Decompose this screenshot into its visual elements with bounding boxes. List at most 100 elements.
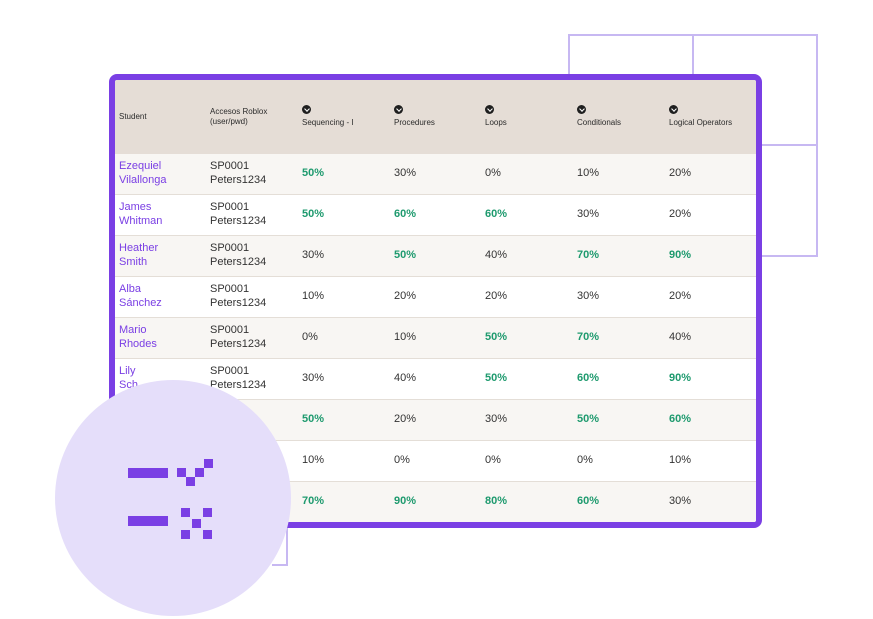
table-row: James Whitman SP0001 Peters1234 50% 60% 60% 30%… — [115, 194, 756, 236]
column-header-label: Student — [119, 111, 147, 121]
score-cell: 50% — [298, 154, 390, 195]
table-row: Mario Rhodes SP0001 Peters1234 0% 10% 50% 70% 40… — [115, 317, 756, 359]
chevron-down-icon[interactable] — [485, 105, 494, 115]
column-header-procedures[interactable]: Procedures — [390, 80, 481, 154]
student-name-cell[interactable]: Mario Rhodes — [115, 317, 206, 359]
student-first-name: James — [119, 201, 152, 214]
score-cell: 50% — [573, 399, 665, 441]
chevron-down-icon[interactable] — [394, 105, 403, 115]
score-cell: 90% — [665, 235, 756, 277]
score-cell: 10% — [298, 276, 390, 318]
score-cell: 50% — [390, 235, 481, 277]
score-cell: 10% — [298, 440, 390, 482]
student-name-cell[interactable]: Alba Sánchez — [115, 276, 206, 318]
student-first-name: Alba — [119, 283, 142, 296]
score-cell: 30% — [665, 481, 756, 522]
student-last-name: Whitman — [119, 215, 163, 227]
score-cell: 0% — [481, 440, 573, 482]
score-cell: 60% — [573, 358, 665, 400]
column-header-student: Student — [115, 80, 206, 154]
score-cell: 30% — [573, 276, 665, 318]
score-cell: 60% — [573, 481, 665, 522]
password-text: Peters1234 — [210, 297, 267, 309]
score-cell: 50% — [298, 194, 390, 236]
score-cell: 30% — [481, 399, 573, 441]
password-text: Peters1234 — [210, 338, 267, 350]
score-cell: 10% — [573, 154, 665, 195]
score-cell: 70% — [573, 317, 665, 359]
student-last-name: Sánchez — [119, 297, 162, 309]
student-first-name: Lily — [119, 365, 136, 378]
score-cell: 20% — [665, 276, 756, 318]
column-header-logical-operators[interactable]: Logical Operators — [665, 80, 756, 154]
score-cell: 40% — [390, 358, 481, 400]
password-text: Peters1234 — [210, 215, 267, 227]
score-cell: 60% — [665, 399, 756, 441]
score-cell: 40% — [481, 235, 573, 277]
student-name-cell[interactable]: Heather Smith — [115, 235, 206, 277]
username-text: SP0001 — [210, 242, 250, 255]
column-header-label: Accesos Roblox (user/pwd) — [210, 106, 268, 126]
student-first-name: Heather — [119, 242, 159, 255]
table-row: Heather Smith SP0001 Peters1234 30% 50% 40% 70%… — [115, 235, 756, 277]
student-last-name: Smith — [119, 256, 148, 268]
student-name-cell[interactable]: James Whitman — [115, 194, 206, 236]
score-cell: 50% — [298, 399, 390, 441]
score-cell: 0% — [298, 317, 390, 359]
score-cell: 0% — [481, 154, 573, 195]
credentials-cell: SP0001 Peters1234 — [206, 235, 298, 277]
column-header-label: Loops — [485, 118, 507, 128]
score-cell: 50% — [481, 317, 573, 359]
student-first-name: Ezequiel — [119, 160, 162, 173]
chevron-down-icon[interactable] — [669, 105, 678, 115]
credentials-cell: SP0001 Peters1234 — [206, 154, 298, 195]
score-cell: 20% — [665, 194, 756, 236]
score-cell: 20% — [481, 276, 573, 318]
chevron-down-icon[interactable] — [302, 105, 311, 115]
column-header-loops[interactable]: Loops — [481, 80, 573, 154]
password-text: Peters1234 — [210, 256, 267, 268]
score-cell: 60% — [481, 194, 573, 236]
score-cell: 20% — [390, 399, 481, 441]
credentials-cell: SP0001 Peters1234 — [206, 317, 298, 359]
grade-check-cross-icon — [55, 380, 291, 616]
score-cell: 90% — [390, 481, 481, 522]
score-cell: 90% — [665, 358, 756, 400]
username-text: SP0001 — [210, 201, 250, 214]
score-cell: 0% — [390, 440, 481, 482]
column-header-label: Conditionals — [577, 118, 622, 128]
score-cell: 30% — [573, 194, 665, 236]
column-header-sequencing-i[interactable]: Sequencing - I — [298, 80, 390, 154]
student-last-name: Rhodes — [119, 338, 157, 350]
student-name-cell[interactable]: Ezequiel Vilallonga — [115, 154, 206, 195]
column-header-accesos-roblox-user-pwd: Accesos Roblox (user/pwd) — [206, 80, 298, 154]
score-cell: 10% — [665, 440, 756, 482]
score-cell: 30% — [298, 235, 390, 277]
score-cell: 20% — [390, 276, 481, 318]
column-header-conditionals[interactable]: Conditionals — [573, 80, 665, 154]
table-row: Alba Sánchez SP0001 Peters1234 10% 20% 20% 30% 2… — [115, 276, 756, 318]
score-cell: 10% — [390, 317, 481, 359]
password-text: Peters1234 — [210, 174, 267, 186]
credentials-cell: SP0001 Peters1234 — [206, 194, 298, 236]
student-last-name: Vilallonga — [119, 174, 167, 186]
chevron-down-icon[interactable] — [577, 105, 586, 115]
credentials-cell: SP0001 Peters1234 — [206, 276, 298, 318]
username-text: SP0001 — [210, 324, 250, 337]
student-first-name: Mario — [119, 324, 147, 337]
score-cell: 50% — [481, 358, 573, 400]
score-cell: 60% — [390, 194, 481, 236]
username-text: SP0001 — [210, 160, 250, 173]
username-text: SP0001 — [210, 365, 250, 378]
score-cell: 30% — [390, 154, 481, 195]
column-header-label: Logical Operators — [669, 118, 733, 128]
username-text: SP0001 — [210, 283, 250, 296]
column-header-label: Sequencing - I — [302, 118, 354, 128]
table-row: Ezequiel Vilallonga SP0001 Peters1234 50% 30%… — [115, 154, 756, 195]
score-cell: 80% — [481, 481, 573, 522]
score-cell: 70% — [298, 481, 390, 522]
score-cell: 30% — [298, 358, 390, 400]
score-cell: 0% — [573, 440, 665, 482]
score-cell: 70% — [573, 235, 665, 277]
table-header-row: Student Accesos Roblox (user/pwd) Sequenci… — [115, 80, 756, 154]
